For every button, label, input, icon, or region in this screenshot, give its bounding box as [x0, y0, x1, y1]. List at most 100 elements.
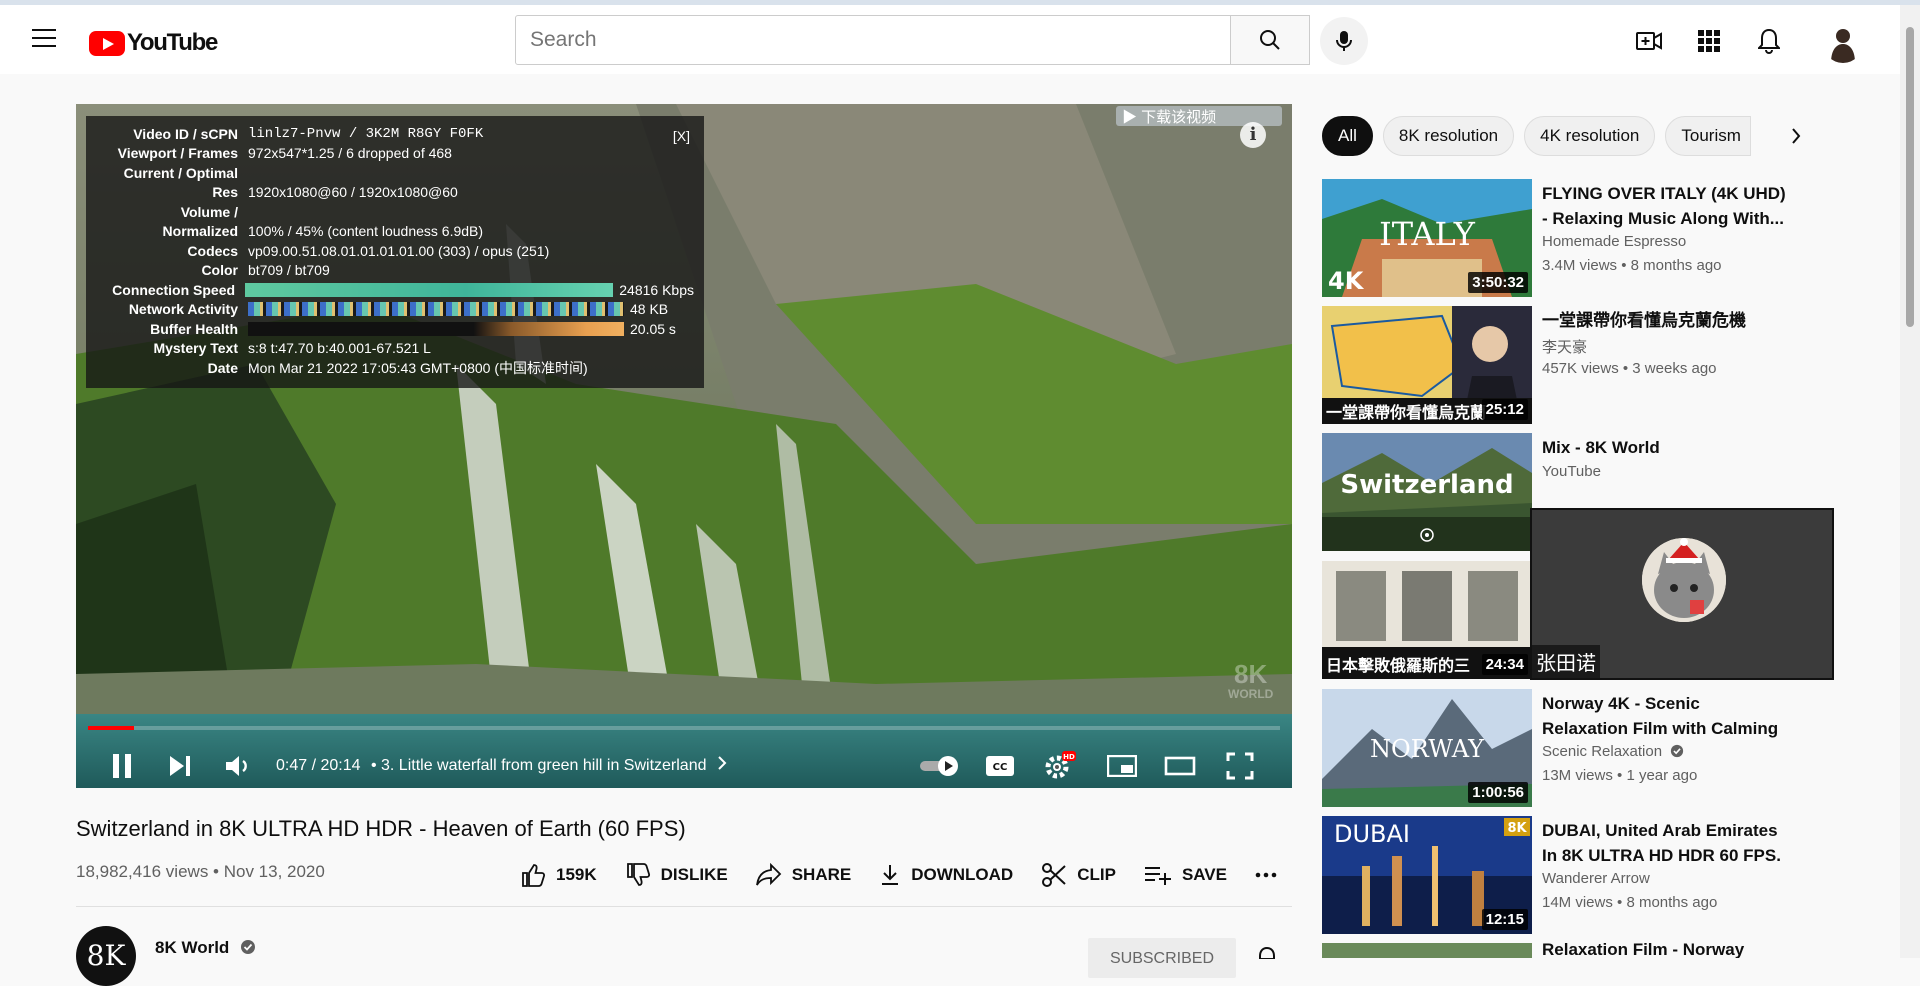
- search-button[interactable]: [1230, 15, 1310, 65]
- recommendation-views: 3.4M views • 8 months ago: [1542, 257, 1722, 274]
- stat-value: 24816 Kbps: [619, 281, 694, 298]
- pause-button[interactable]: [104, 748, 140, 784]
- time-text: 0:47 / 20:14: [276, 757, 361, 774]
- share-icon: [755, 863, 781, 886]
- thumbnail-badge: 4K: [1328, 267, 1365, 295]
- stat-value: 972x547*1.25 / 6 dropped of 468: [248, 145, 452, 162]
- more-horizontal-icon: [1255, 872, 1277, 878]
- stat-label: Video ID / sCPN: [133, 125, 238, 142]
- account-avatar[interactable]: [1823, 23, 1863, 63]
- stat-label: Date: [207, 359, 238, 376]
- subscribe-button[interactable]: SUBSCRIBED: [1088, 938, 1236, 978]
- gear-icon: HD: [1045, 751, 1076, 779]
- settings-button[interactable]: HD: [1042, 748, 1078, 784]
- floating-video-call-window[interactable]: 张田诺: [1530, 508, 1834, 680]
- theater-mode-button[interactable]: [1162, 748, 1198, 784]
- chip-all[interactable]: All: [1322, 116, 1373, 156]
- notification-bell-button[interactable]: [1256, 946, 1278, 964]
- stat-value: 1920x1080@60 / 1920x1080@60: [248, 184, 458, 201]
- page-scrollbar[interactable]: [1900, 5, 1920, 958]
- stat-label: Current / Optimal: [123, 164, 238, 181]
- microphone-icon: [1336, 31, 1352, 51]
- recommendation-title: FLYING OVER ITALY (4K UHD) - Relaxing Mu…: [1542, 184, 1786, 228]
- stat-value: vp09.00.51.08.01.01.01.01.00 (303) / opu…: [248, 242, 550, 259]
- video-thumbnail[interactable]: DUBAI 8K 12:15: [1322, 816, 1532, 934]
- apps-button[interactable]: [1693, 25, 1725, 57]
- chip-4k-resolution[interactable]: 4K resolution: [1524, 116, 1656, 156]
- search-input[interactable]: [515, 15, 1231, 65]
- video-thumbnail[interactable]: ITALY 4K 3:50:32: [1322, 179, 1532, 297]
- stat-value: 48 KB: [630, 301, 669, 318]
- thumbnail-text: NORWAY: [1370, 735, 1485, 763]
- theater-icon: [1164, 756, 1196, 776]
- stat-label: Buffer Health: [150, 320, 238, 337]
- channel-avatar[interactable]: 8K: [76, 926, 136, 986]
- create-button[interactable]: [1633, 25, 1665, 57]
- miniplayer-icon: [1107, 755, 1137, 777]
- scissors-icon: [1042, 863, 1066, 887]
- cc-text: CC: [993, 762, 1008, 773]
- user-silhouette-icon: [1831, 29, 1855, 63]
- like-button[interactable]: 159K: [520, 862, 597, 888]
- participant-name: 张田诺: [1532, 645, 1600, 678]
- recommendation-title: DUBAI, United Arab Emirates In 8K ULTRA …: [1542, 821, 1781, 865]
- progress-bar[interactable]: [88, 726, 1280, 730]
- chip-8k-resolution[interactable]: 8K resolution: [1382, 116, 1515, 156]
- duration-badge: 24:34: [1481, 654, 1528, 675]
- verified-icon: [241, 940, 256, 954]
- clip-button[interactable]: CLIP: [1041, 862, 1116, 888]
- thumbnail-image: [1322, 943, 1532, 958]
- download-label: DOWNLOAD: [911, 865, 1014, 884]
- channel-name[interactable]: 8K World: [155, 938, 256, 958]
- video-thumbnail[interactable]: 日本擊敗俄羅斯的三 24:34: [1322, 561, 1532, 679]
- youtube-logo[interactable]: YouTube: [89, 29, 218, 57]
- volume-button[interactable]: [220, 748, 256, 784]
- chapter-title[interactable]: • 3. Little waterfall from green hill in…: [371, 757, 707, 774]
- captions-button[interactable]: CC: [982, 748, 1018, 784]
- more-actions-button[interactable]: [1255, 872, 1287, 878]
- download-button[interactable]: DOWNLOAD: [879, 863, 1013, 887]
- next-button[interactable]: [162, 748, 198, 784]
- recommendation-item[interactable]: NORWAY 1:00:56 Norway 4K - Scenic Relaxa…: [1322, 689, 1792, 807]
- recommendation-title: Mix - 8K World: [1542, 438, 1660, 457]
- divider: [76, 906, 1292, 907]
- video-player[interactable]: [X] Video ID / sCPN linlz7-Pnvw / 3K2M R8…: [76, 104, 1292, 788]
- recommendation-item[interactable]: 一堂課帶你看懂烏克蘭 25:12 一堂課帶你看懂烏克蘭危機 李天豪 457K v…: [1322, 306, 1792, 424]
- video-thumbnail[interactable]: NORWAY 1:00:56: [1322, 689, 1532, 807]
- stat-label: Codecs: [187, 242, 238, 259]
- stats-close-button[interactable]: [X]: [673, 128, 690, 144]
- player-controls: 0:47 / 20:14 • 3. Little waterfall from …: [76, 740, 1292, 788]
- fullscreen-button[interactable]: [1222, 748, 1258, 784]
- voice-search-button[interactable]: [1320, 17, 1368, 65]
- video-thumbnail[interactable]: Switzerland: [1322, 433, 1532, 551]
- chevron-right-icon: [1792, 128, 1801, 144]
- notifications-button[interactable]: [1753, 25, 1785, 57]
- stat-label: Volume /: [180, 203, 238, 220]
- duration-badge: 12:15: [1481, 909, 1528, 930]
- recommendation-item[interactable]: DUBAI 8K 12:15 DUBAI, United Arab Emirat…: [1322, 816, 1792, 934]
- miniplayer-button[interactable]: [1104, 748, 1140, 784]
- scrollbar-thumb[interactable]: [1906, 27, 1914, 327]
- connection-speed-graph: [245, 282, 614, 297]
- info-icon[interactable]: i: [1240, 122, 1266, 148]
- channel-name-text: 8K World: [155, 938, 230, 957]
- chips-next-button[interactable]: [1782, 122, 1810, 150]
- video-create-icon: [1636, 32, 1662, 50]
- stat-value: bt709 / bt709: [248, 262, 330, 279]
- clip-label: CLIP: [1077, 865, 1116, 884]
- recommendation-item[interactable]: Relaxation Film - Norway: [1322, 943, 1792, 958]
- dislike-button[interactable]: DISLIKE: [625, 862, 728, 888]
- autoplay-toggle[interactable]: [916, 748, 964, 784]
- chip-tourism[interactable]: Tourism: [1665, 116, 1752, 156]
- thumbnail-text: Switzerland: [1340, 470, 1513, 500]
- save-button[interactable]: SAVE: [1144, 864, 1227, 886]
- stat-label: Color: [201, 262, 238, 279]
- video-thumbnail[interactable]: [1322, 943, 1532, 958]
- video-thumbnail[interactable]: 一堂課帶你看懂烏克蘭 25:12: [1322, 306, 1532, 424]
- recommendation-item[interactable]: ITALY 4K 3:50:32 FLYING OVER ITALY (4K U…: [1322, 179, 1792, 297]
- stat-value: Mon Mar 21 2022 17:05:43 GMT+0800 (中国标准时…: [248, 359, 588, 376]
- share-button[interactable]: SHARE: [755, 863, 851, 887]
- progress-played: [88, 726, 135, 730]
- like-count: 159K: [556, 865, 597, 884]
- menu-icon[interactable]: [32, 29, 56, 49]
